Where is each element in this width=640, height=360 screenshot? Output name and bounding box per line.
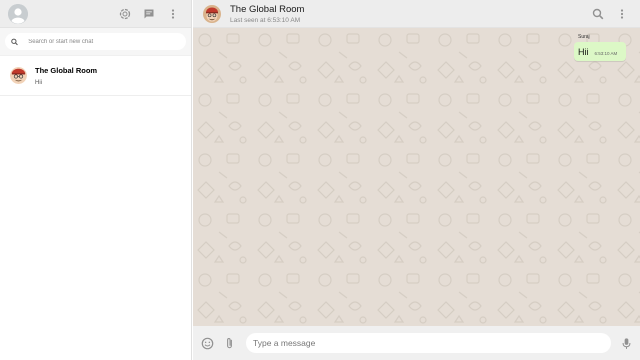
message-time: 6:53:10 AM xyxy=(594,51,618,56)
dots-vertical-icon[interactable] xyxy=(616,8,628,20)
room-avatar[interactable] xyxy=(203,4,221,23)
doodle-background xyxy=(193,28,640,326)
search-box xyxy=(5,33,186,50)
sidebar: The Global Room Hii xyxy=(0,0,192,360)
chat-header-icons xyxy=(592,8,630,20)
chat-last-message: Hii xyxy=(35,79,42,86)
chat-info: The Global Room Hii xyxy=(35,66,97,86)
mic-icon[interactable] xyxy=(619,336,633,350)
message-row: Hii 6:53:10 AM xyxy=(578,47,622,57)
search-icon[interactable] xyxy=(11,38,18,46)
room-last-seen: Last seen at 6:53:10 AM xyxy=(230,16,301,24)
chat-panel: The Global Room Last seen at 6:53:10 AM xyxy=(193,0,640,360)
search-bar xyxy=(0,28,191,56)
message-input-wrap xyxy=(246,333,611,353)
chat-avatar xyxy=(10,67,27,84)
chat-bubble-icon[interactable] xyxy=(143,8,155,20)
chat-header: The Global Room Last seen at 6:53:10 AM xyxy=(193,0,640,28)
room-info: The Global Room Last seen at 6:53:10 AM xyxy=(230,4,304,24)
message-input[interactable] xyxy=(253,338,604,348)
outgoing-message[interactable]: Suraj Hii 6:53:10 AM xyxy=(574,34,626,61)
user-avatar[interactable] xyxy=(8,3,28,24)
chat-name: The Global Room xyxy=(35,65,98,75)
search-input[interactable] xyxy=(28,38,180,45)
message-sender: Suraj xyxy=(578,34,590,40)
sidebar-header-icons xyxy=(119,8,183,20)
emoji-icon[interactable] xyxy=(200,336,214,350)
message-area[interactable]: Suraj Hii 6:53:10 AM xyxy=(193,28,640,326)
room-name: The Global Room xyxy=(230,3,305,15)
message-text: Hii xyxy=(578,47,589,57)
sidebar-header xyxy=(0,0,191,28)
dots-vertical-icon[interactable] xyxy=(167,8,179,20)
composer-bar xyxy=(193,326,640,360)
search-icon[interactable] xyxy=(592,8,604,20)
chat-list-item[interactable]: The Global Room Hii xyxy=(0,56,191,96)
paperclip-icon[interactable] xyxy=(222,336,236,350)
status-ring-icon[interactable] xyxy=(119,8,131,20)
